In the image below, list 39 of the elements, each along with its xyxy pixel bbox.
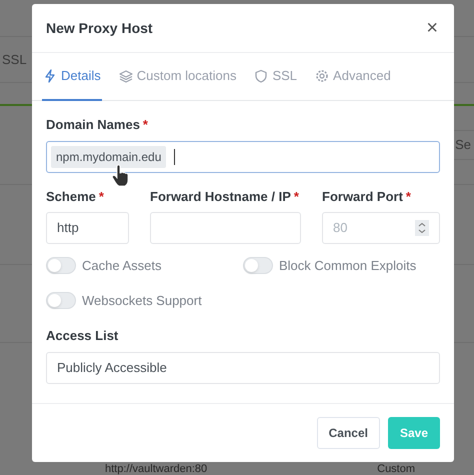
tab[interactable]: Custom locations — [118, 53, 238, 101]
close-button[interactable]: × — [424, 18, 440, 38]
cancel-button[interactable]: Cancel — [316, 417, 380, 449]
tab[interactable]: SSL — [253, 53, 298, 101]
layers-icon — [118, 69, 133, 83]
toggle-label: Cache Assets — [82, 257, 162, 275]
toggle-label: Websockets Support — [82, 292, 202, 310]
bolt-icon — [43, 69, 57, 83]
domain-tag: npm.mydomain.edu — [51, 146, 166, 168]
required-mark: * — [98, 188, 104, 206]
field-label: Access List — [46, 327, 120, 345]
table-cell: http://vaultwarden:80 — [105, 463, 208, 475]
domain-input[interactable]: npm.mydomain.edu — [46, 140, 440, 172]
table-cell: Custom — [377, 463, 416, 475]
toggle-switch[interactable] — [243, 257, 273, 274]
field-label: Scheme — [46, 188, 96, 206]
required-mark: * — [294, 188, 299, 206]
gear-icon — [315, 69, 330, 83]
required-mark: * — [142, 116, 148, 134]
tab[interactable]: Advanced — [314, 53, 392, 101]
save-button[interactable]: Save — [388, 417, 440, 449]
scheme-input[interactable]: http — [46, 212, 129, 244]
required-mark: * — [406, 188, 411, 206]
dialog-title: New Proxy Host — [46, 18, 153, 38]
field-label: Domain Names — [46, 116, 140, 134]
toggle-label: Block Common Exploits — [279, 257, 416, 275]
shield-icon — [254, 69, 268, 83]
access-list-select[interactable]: Publicly Accessible — [46, 352, 440, 384]
field-label: Forward Port — [322, 188, 403, 206]
tab-label[interactable]: SSL — [2, 50, 27, 70]
hostname-input[interactable] — [150, 212, 301, 244]
placeholder-text: 80 — [333, 219, 348, 238]
field-label: Forward Hostname / IP — [150, 188, 291, 206]
tab[interactable]: Details — [42, 53, 102, 101]
hand-cursor-icon — [112, 165, 130, 187]
port-input[interactable]: 80 — [322, 212, 440, 244]
toggle-switch[interactable] — [46, 292, 76, 309]
toggle-switch[interactable] — [46, 257, 76, 274]
spinner-icon[interactable] — [415, 220, 429, 236]
